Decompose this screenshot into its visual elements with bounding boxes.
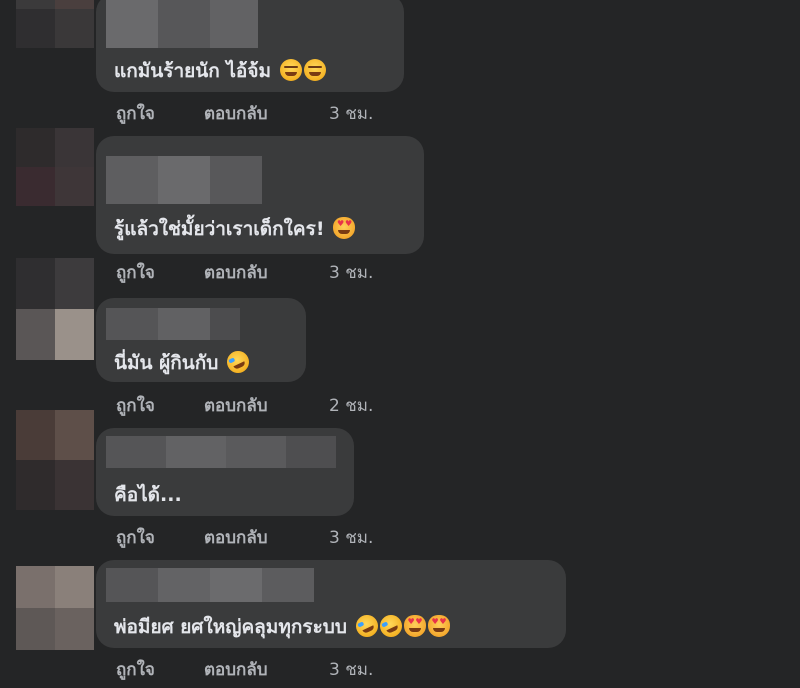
comment-actions: ถูกใจ ตอบกลับ 3 ชม. <box>116 100 373 127</box>
avatar[interactable] <box>16 128 94 206</box>
rofl-face-icon <box>351 611 382 641</box>
blurred-author-name[interactable] <box>106 0 258 48</box>
rofl-face-icon <box>223 347 253 377</box>
avatar[interactable] <box>16 258 94 360</box>
comment-bubble: รู้แล้วใช่มั้ยว่าเราเด็กใคร! <box>96 136 424 254</box>
timestamp[interactable]: 3 ชม. <box>329 259 373 286</box>
comment-bubble: แกมันร้ายนัก ไอ้จ้ม <box>96 0 404 92</box>
avatar[interactable] <box>16 410 94 510</box>
timestamp[interactable]: 2 ชม. <box>329 392 373 419</box>
reply-link[interactable]: ตอบกลับ <box>204 524 329 551</box>
blurred-author-name[interactable] <box>106 436 336 468</box>
reply-link[interactable]: ตอบกลับ <box>204 259 329 286</box>
avatar[interactable] <box>16 566 94 650</box>
like-link[interactable]: ถูกใจ <box>116 259 204 286</box>
avatar[interactable] <box>16 0 94 48</box>
comment-actions: ถูกใจ ตอบกลับ 3 ชม. <box>116 524 373 551</box>
comment-actions: ถูกใจ ตอบกลับ 3 ชม. <box>116 259 373 286</box>
rofl-face-icon <box>375 611 406 641</box>
heart-eyes-cat-icon <box>427 615 450 637</box>
reply-link[interactable]: ตอบกลับ <box>204 392 329 419</box>
smirk-face-icon <box>303 59 326 81</box>
comment-bubble: คือได้... <box>96 428 354 516</box>
comment-text: รู้แล้วใช่มั้ยว่าเราเด็กใคร! <box>114 218 325 240</box>
like-link[interactable]: ถูกใจ <box>116 392 204 419</box>
reply-link[interactable]: ตอบกลับ <box>204 100 329 127</box>
blurred-author-name[interactable] <box>106 568 314 602</box>
heart-eyes-cat-icon <box>403 615 426 637</box>
comment-text: พ่อมียศ ยศใหญ่คลุมทุกระบบ <box>114 616 347 638</box>
like-link[interactable]: ถูกใจ <box>116 524 204 551</box>
comment-bubble: พ่อมียศ ยศใหญ่คลุมทุกระบบ <box>96 560 566 648</box>
reply-link[interactable]: ตอบกลับ <box>204 656 329 683</box>
comment-actions: ถูกใจ ตอบกลับ 2 ชม. <box>116 392 373 419</box>
timestamp[interactable]: 3 ชม. <box>329 524 373 551</box>
like-link[interactable]: ถูกใจ <box>116 656 204 683</box>
like-link[interactable]: ถูกใจ <box>116 100 204 127</box>
smirk-face-icon <box>279 59 302 81</box>
blurred-author-name[interactable] <box>106 156 262 204</box>
comment-text: คือได้... <box>114 484 182 506</box>
comment-bubble: นี่มัน ผู้กินกับ <box>96 298 306 382</box>
comment-text: แกมันร้ายนัก ไอ้จ้ม <box>114 60 272 82</box>
timestamp[interactable]: 3 ชม. <box>329 100 373 127</box>
comment-text: นี่มัน ผู้กินกับ <box>114 352 219 374</box>
timestamp[interactable]: 3 ชม. <box>329 656 373 683</box>
blurred-author-name[interactable] <box>106 308 240 340</box>
comment-actions: ถูกใจ ตอบกลับ 3 ชม. <box>116 656 373 683</box>
heart-eyes-cat-icon <box>333 217 356 239</box>
